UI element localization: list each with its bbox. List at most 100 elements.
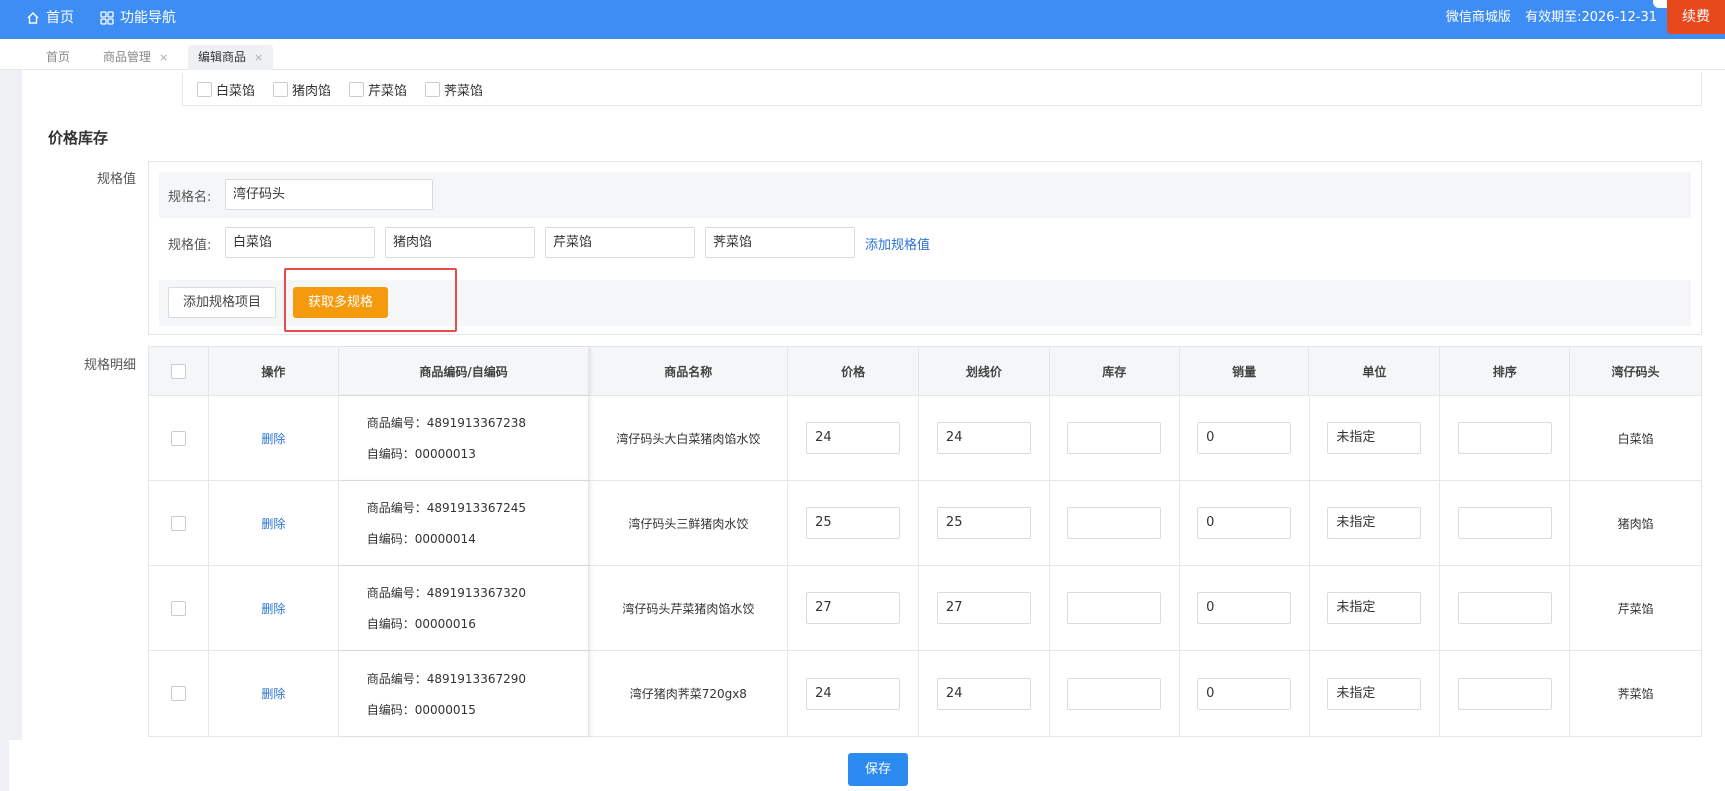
option-pork[interactable]: 猪肉馅	[273, 80, 331, 99]
strike-price-input[interactable]: 25	[936, 507, 1031, 539]
tab-home[interactable]: 首页	[36, 45, 80, 70]
unit-cell: 未指定	[1310, 396, 1441, 480]
price-input[interactable]: 27	[806, 592, 901, 624]
product-name: 湾仔码头三鲜猪肉水饺	[589, 481, 789, 565]
product-name: 湾仔猪肉荠菜720gx8	[589, 651, 789, 736]
sales-input[interactable]: 0	[1197, 422, 1292, 454]
sort-cell	[1440, 481, 1571, 565]
strike-price-cell: 25	[919, 481, 1050, 565]
stock-cell	[1050, 396, 1180, 480]
column-header: 商品名称	[589, 347, 789, 395]
unit-input[interactable]: 未指定	[1327, 677, 1422, 710]
product-name: 湾仔码头大白菜猪肉馅水饺	[589, 396, 789, 480]
row-checkbox[interactable]	[170, 600, 186, 616]
sales-input[interactable]: 0	[1197, 592, 1292, 624]
table-row: 删除 商品编号：4891913367320 自编码：00000016 湾仔码头芹菜…	[149, 566, 1701, 651]
price-input[interactable]: 24	[806, 677, 901, 710]
option-shepherd-purse[interactable]: 荠菜馅	[425, 80, 483, 99]
sales-input[interactable]: 0	[1197, 507, 1292, 539]
home-icon	[27, 12, 39, 24]
checkbox[interactable]	[349, 81, 365, 97]
unit-cell: 未指定	[1310, 651, 1441, 736]
strike-price-cell: 27	[919, 566, 1050, 650]
sort-input[interactable]	[1457, 592, 1552, 624]
table-header: 操作 商品编码/自编码 商品名称 价格 划线价 库存 销量 单位 排序 湾仔码头	[149, 347, 1701, 396]
subscription-info: 微信商城版 有效期至:2026-12-31	[1436, 0, 1657, 36]
spec-values-label-inline: 规格值:	[168, 238, 212, 253]
row-select	[149, 396, 209, 480]
tab-edit-product[interactable]: 编辑商品 ×	[188, 45, 274, 70]
stock-input[interactable]	[1067, 677, 1162, 710]
checkbox[interactable]	[273, 81, 289, 97]
spec-value-input[interactable]: 猪肉馅	[385, 227, 535, 258]
option-label: 白菜馅	[216, 83, 256, 99]
strike-price-cell: 24	[919, 651, 1050, 736]
unit-input[interactable]: 未指定	[1327, 592, 1422, 624]
expiry-label: 有效期至:2026-12-31	[1525, 10, 1657, 25]
stock-input[interactable]	[1067, 507, 1162, 539]
self-code: 自编码：00000015	[366, 702, 476, 717]
sort-cell	[1440, 566, 1571, 650]
sort-input[interactable]	[1457, 677, 1552, 710]
option-cabbage[interactable]: 白菜馅	[197, 80, 255, 99]
option-label: 芹菜馅	[368, 83, 408, 99]
strike-price-input[interactable]: 24	[936, 422, 1031, 454]
strike-price-input[interactable]: 27	[936, 592, 1031, 624]
tab-label: 编辑商品	[198, 50, 247, 64]
action-cell: 删除	[209, 651, 339, 736]
price-input[interactable]: 24	[806, 422, 901, 454]
function-nav-label: 功能导航	[120, 10, 176, 26]
tab-label: 首页	[46, 50, 71, 64]
option-celery[interactable]: 芹菜馅	[349, 80, 407, 99]
unit-cell: 未指定	[1310, 481, 1441, 565]
strike-price-input[interactable]: 24	[936, 677, 1031, 710]
column-header: 商品编码/自编码	[339, 347, 590, 395]
delete-link[interactable]: 删除	[261, 515, 285, 532]
spec-value-cell: 猪肉馅	[1617, 516, 1654, 531]
sort-input[interactable]	[1457, 507, 1552, 539]
row-checkbox[interactable]	[170, 686, 186, 701]
stock-input[interactable]	[1067, 592, 1162, 624]
product-code: 商品编号：4891913367290	[366, 671, 527, 686]
unit-input[interactable]: 未指定	[1327, 507, 1422, 539]
edition-label: 微信商城版	[1445, 10, 1511, 25]
function-nav[interactable]: 功能导航	[100, 0, 176, 36]
add-spec-value-link[interactable]: 添加规格值	[865, 234, 930, 253]
close-icon[interactable]: ×	[159, 51, 168, 64]
select-all-checkbox[interactable]	[170, 363, 186, 379]
product-code: 商品编号：4891913367238	[366, 416, 527, 430]
spec-value-input[interactable]: 芹菜馅	[545, 227, 695, 258]
column-header: 操作	[209, 347, 339, 395]
sales-input[interactable]: 0	[1197, 677, 1292, 710]
row-select	[149, 651, 209, 736]
price-input[interactable]: 25	[806, 507, 901, 539]
checkbox[interactable]	[425, 81, 441, 97]
sort-cell	[1440, 651, 1571, 736]
row-checkbox[interactable]	[170, 430, 186, 446]
row-checkbox[interactable]	[170, 515, 186, 531]
column-header: 库存	[1050, 347, 1180, 395]
action-cell: 删除	[209, 396, 339, 480]
self-code: 自编码：00000014	[366, 532, 476, 546]
spec-value-input[interactable]: 荠菜馅	[705, 227, 855, 258]
delete-link[interactable]: 删除	[261, 430, 285, 447]
checkbox[interactable]	[197, 81, 212, 97]
stock-cell	[1050, 481, 1180, 565]
action-cell: 删除	[209, 481, 339, 565]
close-icon[interactable]: ×	[254, 51, 263, 64]
grid-icon	[100, 11, 114, 25]
spec-value-input[interactable]: 白菜馅	[225, 227, 375, 258]
flavor-options: 白菜馅 猪肉馅 芹菜馅 荠菜馅	[182, 73, 1702, 106]
spec-name-input[interactable]: 湾仔码头	[225, 179, 433, 210]
unit-input[interactable]: 未指定	[1327, 422, 1422, 454]
sort-input[interactable]	[1457, 422, 1552, 454]
stock-input[interactable]	[1067, 422, 1162, 454]
add-spec-item-button[interactable]: 添加规格项目	[168, 287, 277, 318]
save-button[interactable]: 保存	[848, 753, 908, 786]
renew-button[interactable]: 续费	[1667, 0, 1725, 34]
delete-link[interactable]: 删除	[261, 685, 285, 702]
spec-value-cell: 荠菜馅	[1617, 687, 1654, 701]
delete-link[interactable]: 删除	[261, 600, 285, 617]
tab-product-management[interactable]: 商品管理 ×	[93, 45, 178, 70]
home-nav[interactable]: 首页	[26, 0, 74, 36]
